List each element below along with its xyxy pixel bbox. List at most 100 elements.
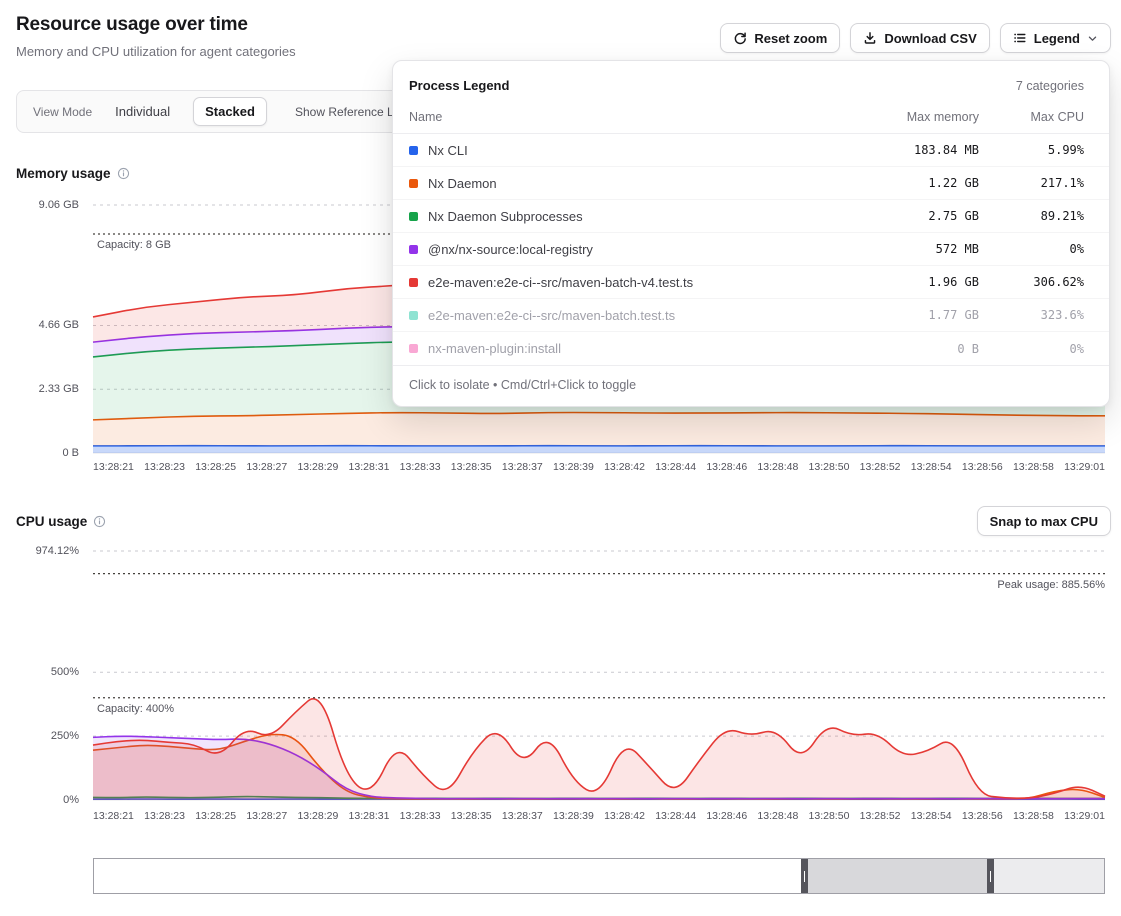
x-axis-tick: 13:28:58: [1013, 461, 1054, 473]
process-name: Nx CLI: [428, 143, 864, 158]
legend-row[interactable]: Nx Daemon Subprocesses2.75 GB89.21%: [393, 200, 1109, 233]
cpu-section-header: CPU usage: [16, 514, 106, 529]
brush-right-handle[interactable]: [987, 859, 994, 893]
download-icon: [863, 31, 877, 45]
max-memory-value: 1.77 GB: [864, 308, 979, 322]
reset-zoom-button[interactable]: Reset zoom: [720, 23, 840, 53]
y-axis-tick: 974.12%: [0, 544, 86, 559]
max-cpu-value: 5.99%: [979, 143, 1084, 157]
max-cpu-value: 323.6%: [979, 308, 1084, 322]
timeline-brush[interactable]: [93, 858, 1105, 894]
x-axis-tick: 13:28:25: [195, 810, 236, 822]
x-axis-tick: 13:28:33: [400, 810, 441, 822]
x-axis-tick: 13:28:50: [809, 461, 850, 473]
max-memory-value: 2.75 GB: [864, 209, 979, 223]
view-mode-stacked-button[interactable]: Stacked: [193, 97, 267, 126]
page-subtitle: Memory and CPU utilization for agent cat…: [16, 44, 296, 59]
reference-line-label: Capacity: 400%: [97, 703, 174, 715]
x-axis-tick: 13:28:52: [860, 461, 901, 473]
x-axis-tick: 13:28:39: [553, 810, 594, 822]
process-name: e2e-maven:e2e-ci--src/maven-batch-v4.tes…: [428, 275, 864, 290]
brush-left-handle[interactable]: [801, 859, 808, 893]
max-cpu-value: 306.62%: [979, 275, 1084, 289]
cpu-chart-canvas[interactable]: [93, 545, 1105, 801]
x-axis-tick: 13:28:29: [297, 461, 338, 473]
column-max-memory: Max memory: [864, 110, 979, 124]
max-cpu-value: 0%: [979, 242, 1084, 256]
max-cpu-value: 0%: [979, 342, 1084, 356]
y-axis-tick: 9.06 GB: [0, 198, 86, 213]
snap-to-max-cpu-button[interactable]: Snap to max CPU: [977, 506, 1111, 536]
series-color-dot: [409, 245, 418, 254]
reference-line-label: Capacity: 8 GB: [97, 239, 171, 251]
legend-button[interactable]: Legend: [1000, 23, 1111, 53]
max-cpu-value: 217.1%: [979, 176, 1084, 190]
process-name: nx-maven-plugin:install: [428, 341, 864, 356]
download-csv-label: Download CSV: [884, 31, 976, 46]
chevron-down-icon: [1087, 33, 1098, 44]
x-axis-tick: 13:28:56: [962, 810, 1003, 822]
x-axis-tick: 13:28:33: [400, 461, 441, 473]
memory-x-axis: 13:28:2113:28:2313:28:2513:28:2713:28:29…: [93, 461, 1105, 473]
x-axis-tick: 13:28:27: [246, 461, 287, 473]
legend-row[interactable]: @nx/nx-source:local-registry572 MB0%: [393, 233, 1109, 266]
process-name: e2e-maven:e2e-ci--src/maven-batch.test.t…: [428, 308, 864, 323]
y-axis-tick: 500%: [0, 665, 86, 680]
series-color-dot: [409, 278, 418, 287]
download-csv-button[interactable]: Download CSV: [850, 23, 989, 53]
max-memory-value: 0 B: [864, 342, 979, 356]
y-axis-tick: 0 B: [0, 446, 86, 461]
legend-column-headers: Name Max memory Max CPU: [393, 105, 1109, 134]
process-legend-popup: Process Legend 7 categories Name Max mem…: [392, 60, 1110, 407]
process-name: Nx Daemon Subprocesses: [428, 209, 864, 224]
x-axis-tick: 13:28:35: [451, 461, 492, 473]
brush-right-area[interactable]: [994, 859, 1104, 893]
x-axis-tick: 13:28:37: [502, 810, 543, 822]
max-cpu-value: 89.21%: [979, 209, 1084, 223]
x-axis-tick: 13:28:46: [706, 810, 747, 822]
x-axis-tick: 13:28:35: [451, 810, 492, 822]
y-axis-tick: 0%: [0, 793, 86, 808]
x-axis-tick: 13:28:21: [93, 810, 134, 822]
x-axis-tick: 13:28:27: [246, 810, 287, 822]
x-axis-tick: 13:28:52: [860, 810, 901, 822]
x-axis-tick: 13:28:23: [144, 810, 185, 822]
x-axis-tick: 13:28:48: [757, 810, 798, 822]
y-axis-tick: 250%: [0, 729, 86, 744]
y-axis-tick: 2.33 GB: [0, 382, 86, 397]
y-axis-tick: 4.66 GB: [0, 318, 86, 333]
cpu-x-axis: 13:28:21 13:28:23 13:28:25 13:28:27 13:28:29…: [93, 810, 1105, 822]
series-color-dot: [409, 212, 418, 221]
legend-rows: Nx CLI183.84 MB5.99%Nx Daemon1.22 GB217.…: [393, 134, 1109, 365]
refresh-icon: [733, 31, 747, 45]
brush-selection[interactable]: [801, 859, 994, 893]
x-axis-tick: 13:28:29: [297, 810, 338, 822]
series-color-dot: [409, 179, 418, 188]
x-axis-tick: 13:28:39: [553, 461, 594, 473]
x-axis-tick: 13:28:42: [604, 810, 645, 822]
process-name: Nx Daemon: [428, 176, 864, 191]
x-axis-tick: 13:28:23: [144, 461, 185, 473]
x-axis-tick: 13:28:44: [655, 810, 696, 822]
legend-category-count: 7 categories: [1016, 79, 1093, 93]
legend-row[interactable]: e2e-maven:e2e-ci--src/maven-batch.test.t…: [393, 299, 1109, 332]
legend-row[interactable]: Nx Daemon1.22 GB217.1%: [393, 167, 1109, 200]
view-mode-individual-button[interactable]: Individual: [104, 98, 181, 125]
legend-row[interactable]: nx-maven-plugin:install0 B0%: [393, 332, 1109, 365]
max-memory-value: 572 MB: [864, 242, 979, 256]
column-name: Name: [409, 110, 864, 124]
legend-row[interactable]: Nx CLI183.84 MB5.99%: [393, 134, 1109, 167]
info-icon: [93, 515, 106, 528]
x-axis-tick: 13:28:48: [757, 461, 798, 473]
process-name: @nx/nx-source:local-registry: [428, 242, 864, 257]
header-actions: Reset zoom Download CSV Legend: [720, 23, 1111, 53]
legend-row[interactable]: e2e-maven:e2e-ci--src/maven-batch-v4.tes…: [393, 266, 1109, 299]
x-axis-tick: 13:28:46: [706, 461, 747, 473]
legend-popup-header: Process Legend 7 categories: [393, 61, 1109, 105]
cpu-chart[interactable]: 974.12%500%250%0%Peak usage: 885.56%Capa…: [0, 545, 1121, 801]
legend-footer-hint: Click to isolate • Cmd/Ctrl+Click to tog…: [393, 365, 1109, 406]
series-color-dot: [409, 311, 418, 320]
x-axis-tick: 13:28:21: [93, 461, 134, 473]
x-axis-tick: 13:28:54: [911, 461, 952, 473]
x-axis-tick: 13:28:37: [502, 461, 543, 473]
